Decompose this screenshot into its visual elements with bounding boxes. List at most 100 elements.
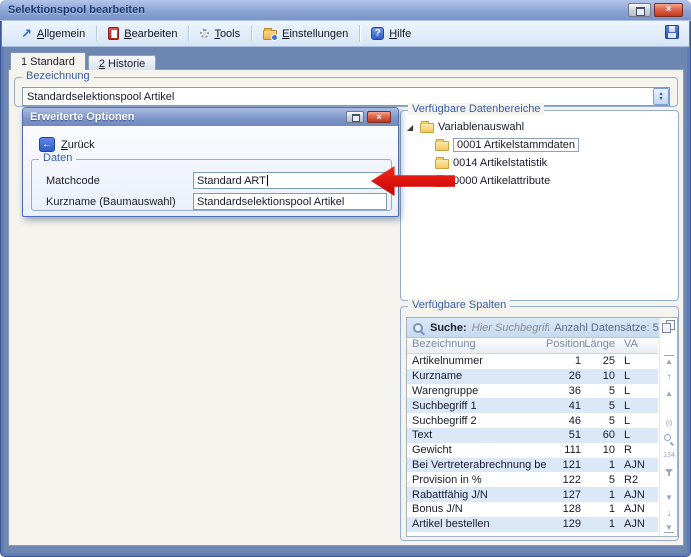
cell-va: L	[618, 385, 658, 397]
hilfe-icon	[371, 27, 384, 40]
dialog-titlebar[interactable]: Erweiterte Optionen ×	[23, 108, 398, 126]
toolbar-button-label: Einstellungen	[282, 28, 348, 40]
toolbar-button-einstellungen[interactable]: Einstellungen	[254, 25, 357, 42]
column-header-position[interactable]: Position	[546, 338, 584, 353]
tree-node-label: 0001 Artikelstammdaten	[453, 138, 579, 152]
table-row[interactable]: Suchbegriff 1415L	[407, 398, 658, 413]
grid-side-toolbar: ↑ ▲ (I) 134 ▼ ↓	[659, 318, 677, 536]
table-row[interactable]: Artikel bestellen1291AJN	[407, 517, 658, 532]
page-up-icon[interactable]: ▲	[661, 386, 677, 400]
scroll-to-bottom-icon[interactable]	[661, 520, 677, 534]
tab-strip: 1 Standard2 Historie	[10, 52, 156, 70]
cell-position: 1	[546, 355, 584, 367]
expander-icon[interactable]: ◢	[407, 123, 416, 132]
datenbereiche-group: Verfügbare Datenbereiche ◢ Variablenausw…	[400, 110, 679, 301]
cell-position: 51	[546, 429, 584, 441]
search-placeholder[interactable]: Hier Suchbegriff eing	[472, 322, 550, 334]
cell-va: L	[618, 429, 658, 441]
cell-laenge: 10	[584, 444, 618, 456]
search-icon	[413, 322, 425, 334]
cell-position: 36	[546, 385, 584, 397]
bearbeiten-icon	[108, 27, 119, 40]
cell-position: 111	[546, 444, 584, 456]
folder-icon	[435, 141, 449, 151]
table-row[interactable]: Warengruppe365L	[407, 384, 658, 399]
restore-icon[interactable]	[628, 3, 651, 17]
daten-group-label: Daten	[39, 152, 76, 164]
cell-position: 129	[546, 518, 584, 530]
cell-bezeichnung: Suchbegriff 1	[407, 400, 546, 412]
cell-bezeichnung: Kurzname	[407, 370, 546, 382]
save-button[interactable]	[665, 25, 679, 42]
cell-laenge: 1	[584, 489, 618, 501]
tree-node-0001-artikelstammdaten[interactable]: 0001 Artikelstammdaten	[435, 137, 579, 153]
move-up-icon[interactable]: ↑	[661, 370, 677, 384]
filter-icon[interactable]	[661, 464, 677, 478]
scroll-to-top-icon[interactable]	[661, 354, 677, 368]
cell-bezeichnung: Gewicht	[407, 444, 546, 456]
toolbar-button-hilfe[interactable]: Hilfe	[362, 25, 420, 42]
copy-icon[interactable]	[662, 320, 674, 332]
columns-grid-panel: Suche: Hier Suchbegriff eing Anzahl Date…	[406, 317, 678, 537]
table-row[interactable]: Gewicht11110R	[407, 443, 658, 458]
bezeichnung-combobox[interactable]: Standardselektionspool Artikel ▴▾	[22, 87, 670, 106]
table-row[interactable]: Rabattfähig J/N1271AJN	[407, 487, 658, 502]
cell-va: AJN	[618, 489, 658, 501]
kurzname-label: Kurzname (Baumauswahl)	[46, 196, 176, 208]
spinner-icon[interactable]: ▴▾	[653, 88, 669, 105]
bezeichnung-value: Standardselektionspool Artikel	[23, 91, 653, 103]
kurzname-value: Standardselektionspool Artikel	[197, 196, 344, 208]
page-down-icon[interactable]: ▼	[661, 490, 677, 504]
tree-node-label: Variablenauswahl	[438, 121, 524, 133]
dialog-restore-icon[interactable]	[346, 111, 364, 123]
bezeichnung-group: Bezeichnung Standardselektionspool Artik…	[14, 77, 678, 107]
tab-1-standard[interactable]: 1 Standard	[10, 52, 86, 70]
table-row[interactable]: Artikelnummer125L	[407, 354, 658, 369]
cell-va: R2	[618, 474, 658, 486]
table-row[interactable]: Bei Vertreterabrechnung berücksichtige12…	[407, 458, 658, 473]
column-header-bezeichnung[interactable]: Bezeichnung	[407, 338, 546, 353]
cell-va: L	[618, 415, 658, 427]
column-header-va[interactable]: VA	[618, 338, 658, 353]
tree-node-0014-artikelstatistik[interactable]: 0014 Artikelstatistik	[435, 155, 547, 171]
table-row[interactable]: Kurzname2610L	[407, 369, 658, 384]
matchcode-field[interactable]: Standard ART	[193, 172, 387, 189]
toolbar-button-allgemein[interactable]: ↗Allgemein	[12, 25, 94, 42]
cell-va: L	[618, 355, 658, 367]
close-icon[interactable]: ×	[654, 3, 683, 17]
save-icon	[665, 25, 679, 39]
spalten-group: Verfügbare Spalten Suche: Hier Suchbegri…	[400, 306, 679, 541]
toolbar-button-label: Tools	[214, 28, 240, 40]
toolbar-button-bearbeiten[interactable]: Bearbeiten	[99, 25, 186, 42]
column-header-laenge[interactable]: Länge	[584, 338, 618, 353]
table-row[interactable]: Bonus J/N1281AJN	[407, 502, 658, 517]
cell-laenge: 1	[584, 459, 618, 471]
toolbar-button-label: Bearbeiten	[124, 28, 177, 40]
record-count-icon[interactable]: 134	[661, 448, 677, 462]
table-row[interactable]: Suchbegriff 2465L	[407, 413, 658, 428]
back-button[interactable]: ← Zurück	[33, 136, 101, 153]
toolbar-button-label: Hilfe	[389, 28, 411, 40]
move-down-icon[interactable]: ↓	[661, 506, 677, 520]
cell-position: 122	[546, 474, 584, 486]
titlebar[interactable]: Selektionspool bearbeiten ×	[0, 0, 691, 21]
cell-va: L	[618, 400, 658, 412]
cell-position: 127	[546, 489, 584, 501]
cell-laenge: 5	[584, 415, 618, 427]
kurzname-field[interactable]: Standardselektionspool Artikel	[193, 193, 387, 210]
tab-2-historie[interactable]: 2 Historie	[88, 55, 156, 70]
dialog-close-icon[interactable]: ×	[367, 111, 391, 123]
column-info-icon[interactable]: (I)	[661, 416, 677, 430]
table-row[interactable]: Text5160L	[407, 428, 658, 443]
grid-header: Bezeichnung Position Länge VA	[407, 338, 658, 354]
allgemein-icon: ↗	[21, 27, 32, 40]
cell-position: 46	[546, 415, 584, 427]
table-row[interactable]: Provision in %1225R2	[407, 472, 658, 487]
toolbar-separator	[251, 25, 252, 42]
toolbar-button-tools[interactable]: Tools	[191, 26, 249, 42]
search-icon[interactable]	[661, 432, 677, 446]
cell-bezeichnung: Suchbegriff 2	[407, 415, 546, 427]
search-bar[interactable]: Suche: Hier Suchbegriff eing Anzahl Date…	[407, 318, 677, 338]
folder-icon	[435, 159, 449, 169]
tree-node-variablenauswahl[interactable]: ◢ Variablenauswahl	[407, 119, 524, 135]
